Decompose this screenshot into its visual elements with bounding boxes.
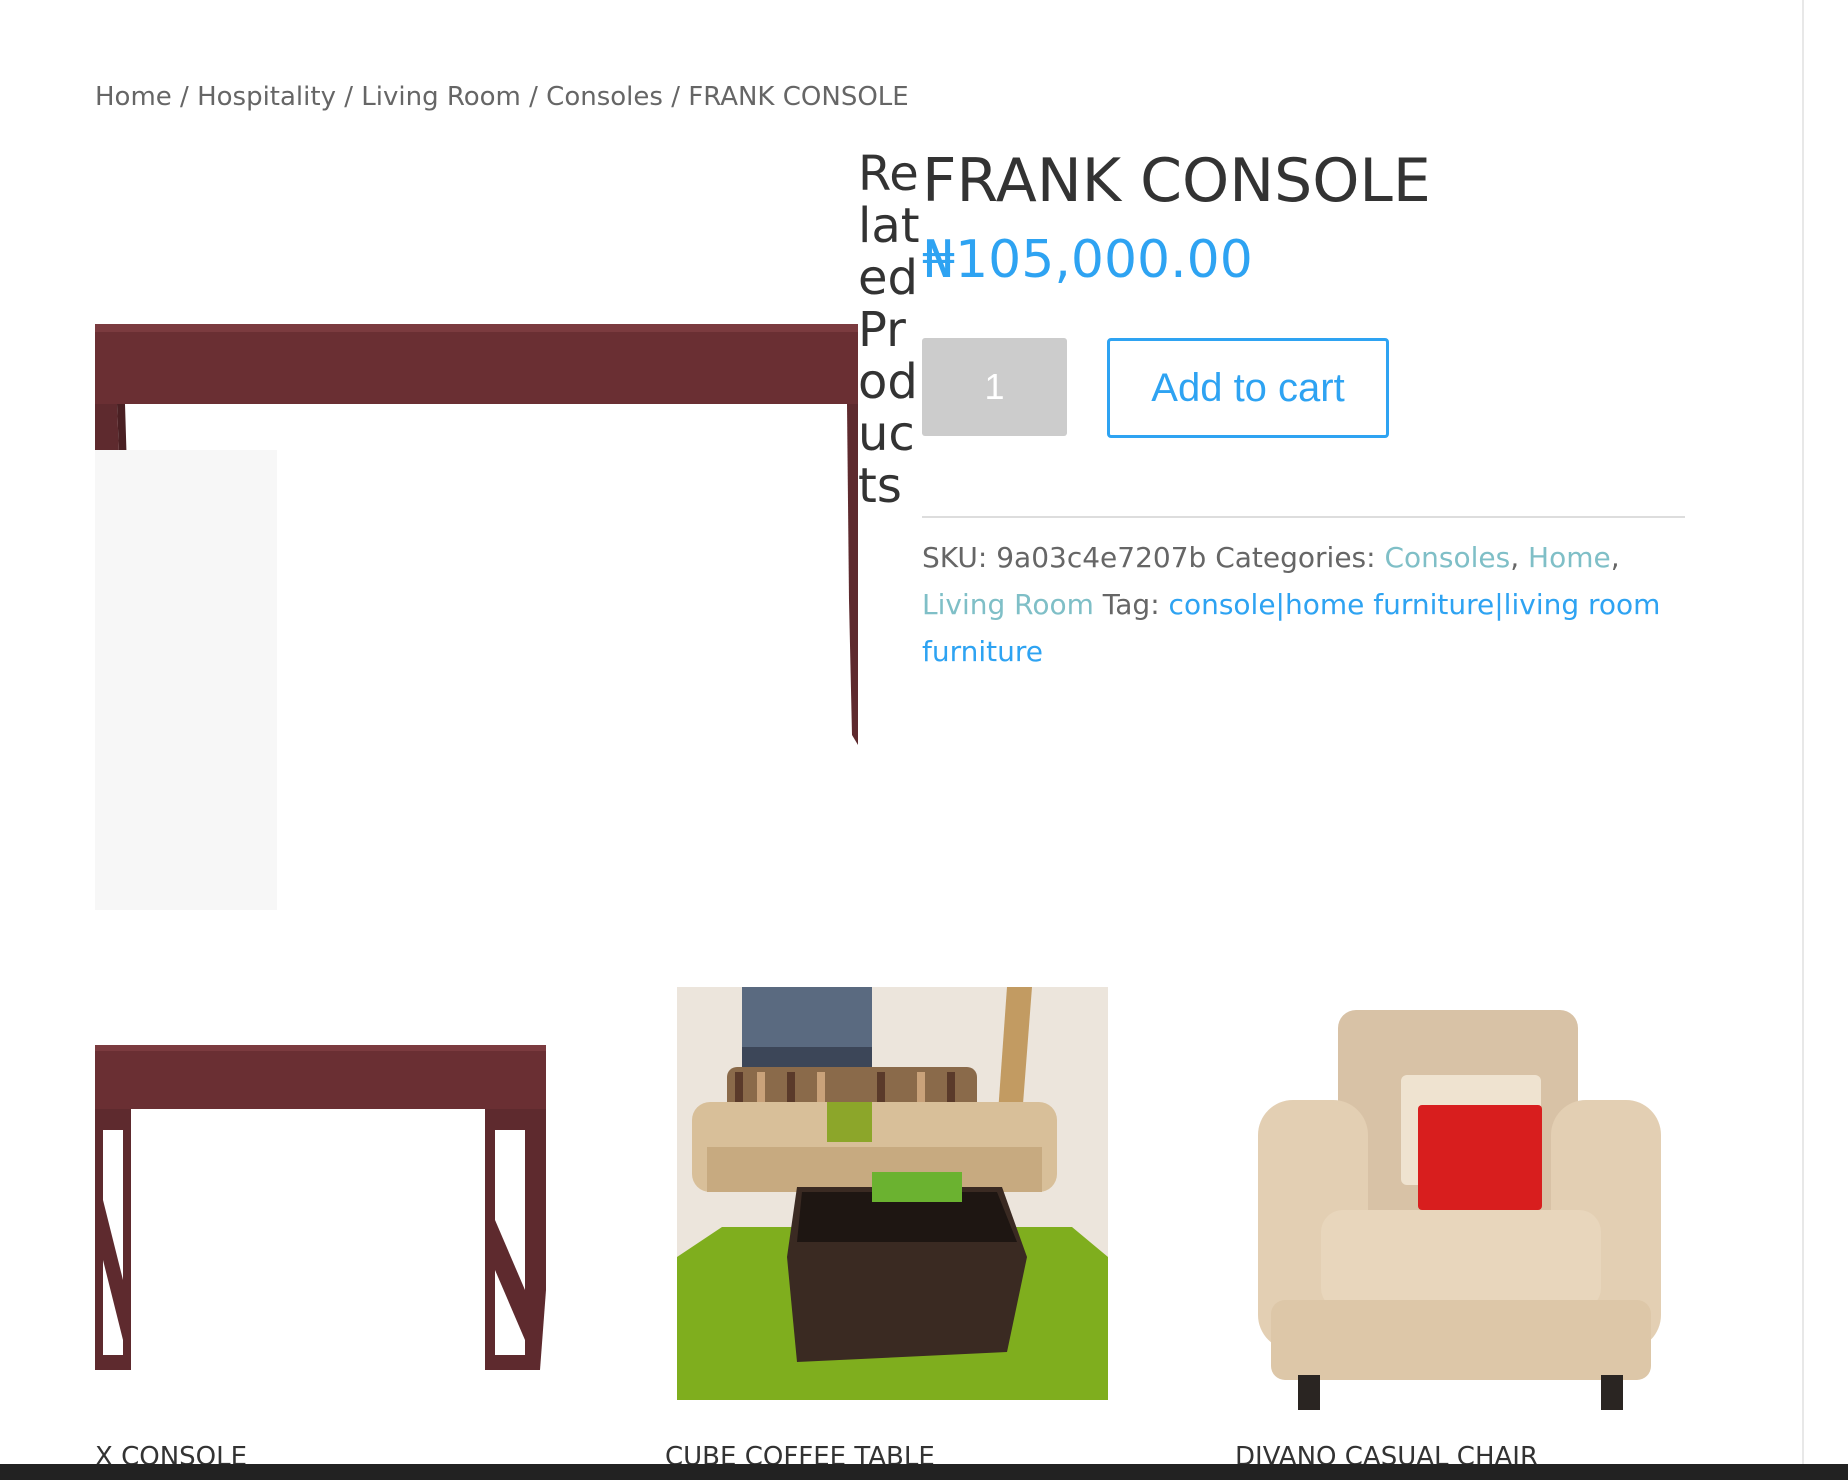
- categories-label: Categories:: [1215, 541, 1376, 574]
- living-room-scene-image: [677, 987, 1108, 1400]
- x-console-image: [95, 1045, 546, 1370]
- breadcrumb-separator: /: [662, 82, 689, 112]
- page-right-border: [1802, 0, 1804, 1480]
- product-main-image[interactable]: [95, 150, 858, 910]
- related-products-heading: Related Products: [858, 146, 920, 514]
- quantity-input[interactable]: [922, 338, 1067, 436]
- product-title: FRANK CONSOLE: [922, 146, 1431, 216]
- product-meta: SKU: 9a03c4e7207b Categories: Consoles, …: [922, 541, 1661, 668]
- breadcrumb: Home / Hospitality / Living Room / Conso…: [95, 82, 909, 112]
- meta-divider: [922, 516, 1685, 518]
- sku-label: SKU:: [922, 541, 988, 574]
- breadcrumb-separator: /: [335, 82, 362, 112]
- breadcrumb-consoles[interactable]: Consoles: [546, 82, 663, 112]
- related-product-image-cube-coffee-table[interactable]: [677, 987, 1108, 1400]
- breadcrumb-separator: /: [520, 82, 547, 112]
- related-product-image-x-console[interactable]: [95, 960, 546, 1415]
- breadcrumb-current: FRANK CONSOLE: [688, 82, 909, 112]
- category-link-living-room[interactable]: Living Room: [922, 588, 1094, 621]
- category-link-consoles[interactable]: Consoles: [1384, 541, 1510, 574]
- tag-label: Tag:: [1102, 588, 1160, 621]
- bottom-bar: [0, 1464, 1848, 1480]
- category-link-home[interactable]: Home: [1528, 541, 1611, 574]
- breadcrumb-separator: /: [171, 82, 198, 112]
- breadcrumb-home[interactable]: Home: [95, 82, 172, 112]
- breadcrumb-living-room[interactable]: Living Room: [361, 82, 521, 112]
- armchair-image: [1236, 970, 1685, 1418]
- sku-value: 9a03c4e7207b: [996, 541, 1207, 574]
- related-product-image-divano-casual-chair[interactable]: [1236, 970, 1685, 1418]
- product-price: ₦105,000.00: [922, 230, 1253, 290]
- image-background-shade: [95, 450, 277, 910]
- breadcrumb-hospitality[interactable]: Hospitality: [197, 82, 336, 112]
- add-to-cart-button[interactable]: Add to cart: [1107, 338, 1389, 438]
